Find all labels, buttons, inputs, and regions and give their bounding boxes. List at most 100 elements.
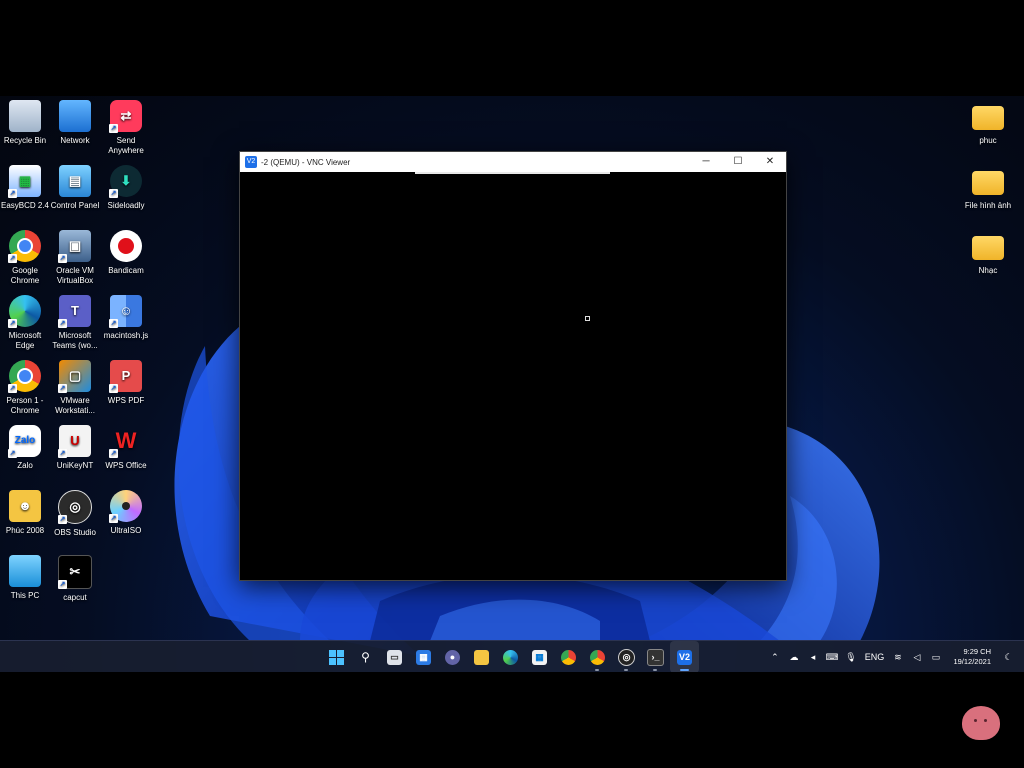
sideloadly-icon: ⬇ ↗ xyxy=(109,165,142,198)
chrome-icon: ↗ xyxy=(8,230,41,263)
minimize-button[interactable]: ─ xyxy=(690,152,722,172)
language-indicator[interactable]: ENG xyxy=(860,652,888,662)
maximize-button[interactable]: ☐ xyxy=(722,152,754,172)
teams-icon: T ↗ xyxy=(58,295,91,328)
desktop-icon-unikeynt[interactable]: U ↗ UniKeyNT xyxy=(50,425,100,471)
vnc-viewer-icon[interactable]: V2 xyxy=(670,641,699,672)
desktop-icon-sideloadly[interactable]: ⬇ ↗ Sideloadly xyxy=(101,165,151,211)
desktop-icon-label: Send Anywhere xyxy=(108,136,144,155)
desktop-icon-wps-pdf[interactable]: P ↗ WPS PDF xyxy=(101,360,151,406)
desktop-icon-label: phuc xyxy=(979,136,997,145)
battery-icon[interactable]: ▭ xyxy=(926,652,945,663)
desktop-icon-easybcd[interactable]: ▦ ↗ EasyBCD 2.4 xyxy=(0,165,50,211)
folder-icon xyxy=(972,106,1004,130)
taskbar-clock[interactable]: 9:29 CH 19/12/2021 xyxy=(953,647,991,667)
volume-icon[interactable]: ◁ xyxy=(907,652,926,663)
desktop-icon-this-pc[interactable]: This PC xyxy=(0,555,50,601)
desktop-icon-label: Nhạc xyxy=(978,266,998,275)
microphone-icon[interactable]: 🎙 xyxy=(841,652,860,663)
chrome-profile-icon: ↗ xyxy=(8,360,41,393)
desktop-icon-macintosh-js[interactable]: ☺ ↗ macintosh.js xyxy=(101,295,151,341)
obs-icon[interactable]: ◎ xyxy=(612,641,641,672)
desktop: Recycle Bin Network ⇄ ↗ Send Anywhere ▦ ↗ … xyxy=(0,96,1024,672)
desktop-folder-phuc[interactable]: phuc xyxy=(963,100,1013,146)
desktop-icon-bandicam[interactable]: Bandicam xyxy=(101,230,151,276)
desktop-icon-obs-studio[interactable]: ◎ ↗ OBS Studio xyxy=(50,490,100,538)
system-tray: ⌃ ☁ ◂ ⌨ 🎙 ENG ≋ ◁ ▭ 9:29 CH 19/12/2021 ☾ xyxy=(765,641,1024,672)
desktop-icon-label: OBS Studio xyxy=(54,528,96,537)
mascot-watermark-icon xyxy=(962,706,1000,740)
send-anywhere-icon: ⇄ ↗ xyxy=(109,100,142,133)
obs-icon: ◎ ↗ xyxy=(58,490,92,524)
store-icon[interactable]: ▦ xyxy=(525,641,554,672)
desktop-icon-person1-chrome[interactable]: ↗ Person 1 - Chrome xyxy=(0,360,50,416)
teams-chat-icon[interactable]: ● xyxy=(438,641,467,672)
disc-icon: ↗ xyxy=(109,490,142,523)
desktop-icon-wps-office[interactable]: W ↗ WPS Office xyxy=(101,425,151,471)
keyboard-icon[interactable]: ⌨ xyxy=(822,652,841,663)
desktop-icon-control-panel[interactable]: ▤ Control Panel xyxy=(50,165,100,211)
terminal-icon[interactable]: ›_ xyxy=(641,641,670,672)
desktop-icon-label: UniKeyNT xyxy=(56,461,94,470)
desktop-icon-vmware[interactable]: ▢ ↗ VMware Workstati... xyxy=(50,360,100,416)
desktop-icon-label: Recycle Bin xyxy=(3,136,47,145)
control-panel-icon: ▤ xyxy=(59,165,91,197)
folder-icon xyxy=(972,171,1004,195)
file-explorer-icon[interactable] xyxy=(467,641,496,672)
desktop-icon-label: Sideloadly xyxy=(107,201,145,210)
notification-icon[interactable]: ☾ xyxy=(999,652,1018,663)
vnc-toolbar-handle[interactable] xyxy=(415,172,610,174)
desktop-folder-file-hinh-anh[interactable]: File hình ảnh xyxy=(963,165,1013,211)
taskbar: ⚲ ▭ ▦ ● ▦ ◎ ›_ V2 ⌃ ☁ ◂ ⌨ 🎙 ENG ≋ ◁ ▭ 9:… xyxy=(0,640,1024,672)
network-icon xyxy=(59,100,91,132)
desktop-icon-label: Microsoft Edge xyxy=(8,331,42,350)
wifi-icon[interactable]: ≋ xyxy=(888,652,907,663)
desktop-icon-label: Phúc 2008 xyxy=(5,526,45,535)
monitor-icon xyxy=(9,555,41,587)
desktop-icon-ultraiso[interactable]: ↗ UltraISO xyxy=(101,490,151,536)
recycle-bin-icon xyxy=(9,100,41,132)
windows-start-icon[interactable] xyxy=(322,641,351,672)
desktop-icon-google-chrome[interactable]: ↗ Google Chrome xyxy=(0,230,50,286)
desktop-icon-label: This PC xyxy=(10,591,40,600)
desktop-icon-label: Bandicam xyxy=(108,266,144,275)
close-button[interactable]: ✕ xyxy=(754,152,786,172)
zalo-icon: Zalo ↗ xyxy=(8,425,41,458)
search-icon[interactable]: ⚲ xyxy=(351,641,380,672)
desktop-icon-microsoft-edge[interactable]: ↗ Microsoft Edge xyxy=(0,295,50,351)
bandicam-icon xyxy=(110,230,142,262)
vnc-viewer-icon: V2 xyxy=(245,156,257,168)
desktop-icon-zalo[interactable]: Zalo ↗ Zalo xyxy=(0,425,50,471)
desktop-icon-recycle-bin[interactable]: Recycle Bin xyxy=(0,100,50,146)
chrome-icon[interactable] xyxy=(554,641,583,672)
desktop-icon-virtualbox[interactable]: ▣ ↗ Oracle VM VirtualBox xyxy=(50,230,100,286)
desktop-icon-label: Network xyxy=(60,136,90,145)
desktop-icon-label: File hình ảnh xyxy=(964,201,1012,210)
desktop-icon-phuc-2008[interactable]: ☻ Phúc 2008 xyxy=(0,490,50,536)
finder-icon: ☺ ↗ xyxy=(109,295,142,328)
task-view-icon[interactable]: ▭ xyxy=(380,641,409,672)
desktop-icon-label: capcut xyxy=(63,593,87,602)
desktop-icon-network[interactable]: Network xyxy=(50,100,100,146)
vnc-viewer-window[interactable]: V2 -2 (QEMU) - VNC Viewer ─ ☐ ✕ xyxy=(239,151,787,581)
cloud-icon[interactable]: ☁ xyxy=(784,652,803,663)
desktop-icon-label: Control Panel xyxy=(50,201,100,210)
clock-date: 19/12/2021 xyxy=(953,657,991,666)
speaker-icon[interactable]: ◂ xyxy=(803,652,822,663)
chevron-up-icon[interactable]: ⌃ xyxy=(765,652,784,663)
desktop-folder-nhac[interactable]: Nhạc xyxy=(963,230,1013,276)
desktop-icon-send-anywhere[interactable]: ⇄ ↗ Send Anywhere xyxy=(101,100,151,156)
desktop-icon-capcut[interactable]: ✂ ↗ capcut xyxy=(50,555,100,603)
user-folder-icon: ☻ xyxy=(9,490,41,522)
desktop-icon-label: Person 1 - Chrome xyxy=(6,396,44,415)
window-titlebar[interactable]: V2 -2 (QEMU) - VNC Viewer ─ ☐ ✕ xyxy=(240,152,786,172)
widgets-icon[interactable]: ▦ xyxy=(409,641,438,672)
desktop-icon-label: WPS Office xyxy=(105,461,147,470)
desktop-icon-label: macintosh.js xyxy=(103,331,149,340)
chrome-profile-icon[interactable] xyxy=(583,641,612,672)
desktop-icon-microsoft-teams[interactable]: T ↗ Microsoft Teams (wo... xyxy=(50,295,100,351)
desktop-icon-label: Zalo xyxy=(17,461,33,470)
taskbar-apps: ⚲ ▭ ▦ ● ▦ ◎ ›_ V2 xyxy=(322,641,699,672)
edge-icon[interactable] xyxy=(496,641,525,672)
wps-pdf-icon: P ↗ xyxy=(109,360,142,393)
